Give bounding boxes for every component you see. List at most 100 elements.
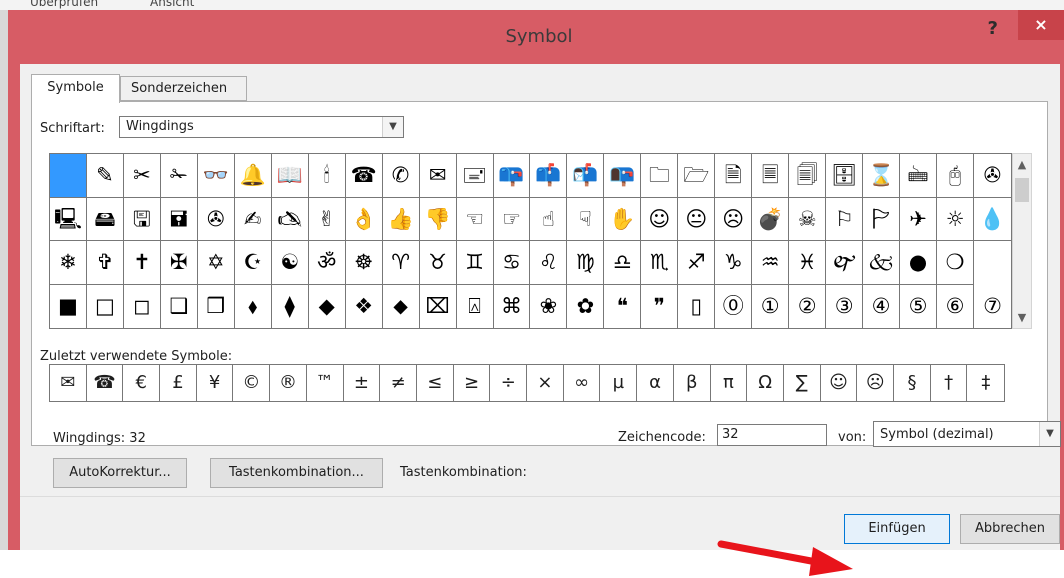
symbol-cell[interactable]: 🏱 <box>863 197 901 241</box>
symbol-cell[interactable]: ◆ <box>309 284 346 328</box>
chevron-down-icon[interactable]: ▼ <box>1039 422 1060 446</box>
symbol-cell[interactable]: ✝ <box>123 241 161 285</box>
symbol-cell[interactable]: 🗀 <box>641 154 679 198</box>
symbol-cell[interactable]: ▯ <box>678 284 716 328</box>
symbol-cell[interactable]: 🖎 <box>271 197 309 241</box>
recent-symbol-cell[interactable]: π <box>711 365 748 401</box>
symbol-cell[interactable]: ⓪ <box>715 284 753 328</box>
symbol-cell[interactable]: 📫 <box>530 154 568 198</box>
symbol-cell[interactable]: ☠ <box>789 197 827 241</box>
symbol-cell[interactable]: 🔔 <box>234 154 272 198</box>
symbol-cell[interactable]: ❑ <box>161 284 198 328</box>
character-code-input[interactable]: 32 <box>717 424 827 446</box>
symbol-cell[interactable]: ⧫ <box>272 284 309 328</box>
recent-symbol-cell[interactable]: ≠ <box>380 365 417 401</box>
tab-special-characters[interactable]: Sonderzeichen <box>120 76 247 101</box>
recent-symbol-cell[interactable]: Ω <box>747 365 784 401</box>
recent-symbol-cell[interactable]: † <box>931 365 968 401</box>
symbol-cell[interactable]: ① <box>752 284 790 328</box>
symbol-cell[interactable]: ♌ <box>530 241 568 285</box>
recent-symbol-cell[interactable]: ‡ <box>968 365 1005 401</box>
recent-symbol-cell[interactable]: × <box>527 365 564 401</box>
symbol-cell[interactable]: ⑤ <box>900 284 938 328</box>
close-button[interactable]: × <box>1018 10 1064 40</box>
symbol-cell[interactable]: 🕯 <box>308 154 346 198</box>
symbol-cell[interactable]: ♑ <box>715 241 753 285</box>
symbol-cell[interactable]: ✇ <box>974 154 1011 198</box>
symbol-cell[interactable]: 🗐 <box>789 154 827 198</box>
symbol-cell[interactable]: 📪 <box>493 154 531 198</box>
recent-symbol-cell[interactable]: ™ <box>307 365 344 401</box>
symbol-cell[interactable]: ✍ <box>234 197 272 241</box>
symbol-cell[interactable]: ✞ <box>86 241 124 285</box>
symbol-cell[interactable]: ❀ <box>530 284 568 328</box>
symbol-cell[interactable]: ☜ <box>456 197 494 241</box>
recent-symbols[interactable]: ✉ ☎ € £ ¥ © ® ™ ± ≠ ≤ ≥ ÷ × ∞ µ α β π Ω ∑ ☺ ☹ § † ‡ <box>49 364 1005 402</box>
recent-symbol-cell[interactable]: ≤ <box>417 365 454 401</box>
symbol-cell[interactable]: ☝ <box>530 197 568 241</box>
symbol-cell[interactable]: ❄ <box>50 241 87 285</box>
symbol-cell[interactable]: ✎ <box>86 154 124 198</box>
recent-symbol-cell[interactable]: € <box>123 365 161 401</box>
symbol-cell[interactable]: ✈ <box>900 197 938 241</box>
symbol-cell[interactable]: 👓 <box>197 154 235 198</box>
symbol-cell[interactable]: 🖫 <box>123 197 161 241</box>
symbol-cell[interactable]: ⌛ <box>863 154 901 198</box>
symbol-cell[interactable]: ❖ <box>346 284 383 328</box>
symbol-cell[interactable]: ② <box>789 284 827 328</box>
symbol-cell[interactable]: ॐ <box>308 241 346 285</box>
symbol-cell[interactable]: ⬥ <box>383 284 420 328</box>
symbol-cell[interactable]: 🗄 <box>826 154 864 198</box>
symbol-cell[interactable]: ☎ <box>345 154 383 198</box>
symbol-cell[interactable]: 🖴 <box>86 197 124 241</box>
symbol-cell[interactable]: ☪ <box>234 241 272 285</box>
symbol-cell[interactable]: ④ <box>863 284 901 328</box>
symbol-cell[interactable]: 🙰 <box>826 241 864 285</box>
symbol-cell[interactable]: ☸ <box>345 241 383 285</box>
recent-symbol-cell[interactable]: ☎ <box>87 365 124 401</box>
recent-symbol-cell[interactable]: µ <box>601 365 638 401</box>
symbol-cell[interactable]: 🙵 <box>863 241 901 285</box>
symbol-cell[interactable]: ⌘ <box>494 284 531 328</box>
symbol-cell[interactable]: 📖 <box>271 154 309 198</box>
recent-symbol-cell[interactable]: ☺ <box>821 365 858 401</box>
symbol-cell[interactable]: ✿ <box>567 284 605 328</box>
scroll-thumb[interactable] <box>1015 178 1029 202</box>
recent-symbol-cell[interactable]: ∑ <box>784 365 821 401</box>
symbol-cell[interactable]: ♓ <box>789 241 827 285</box>
recent-symbol-cell[interactable]: α <box>637 365 674 401</box>
symbol-cell[interactable]: ♊ <box>456 241 494 285</box>
recent-symbol-cell[interactable]: ∞ <box>564 365 601 401</box>
symbol-cell[interactable]: ✉ <box>419 154 457 198</box>
symbol-cell[interactable]: ✁ <box>160 154 198 198</box>
symbol-cell[interactable]: 💧 <box>974 198 1011 241</box>
recent-symbol-cell[interactable]: ≥ <box>454 365 491 401</box>
tab-symbols[interactable]: Symbole <box>31 74 120 103</box>
recent-symbol-cell[interactable]: £ <box>160 365 197 401</box>
symbol-cell[interactable]: ✇ <box>197 197 235 241</box>
recent-symbol-cell[interactable]: ® <box>270 365 307 401</box>
symbol-cell[interactable]: 🗁 <box>678 154 716 198</box>
symbol-cell[interactable]: ✠ <box>160 241 198 285</box>
symbol-cell[interactable]: 🖃 <box>456 154 494 198</box>
symbol-cell[interactable]: ■ <box>50 284 87 328</box>
recent-symbol-cell[interactable]: ÷ <box>490 365 528 401</box>
symbol-cell[interactable]: ⍓ <box>457 284 494 328</box>
symbol-cell[interactable]: 😐 <box>678 197 716 241</box>
symbol-cell[interactable]: 👍 <box>382 197 420 241</box>
symbol-cell[interactable]: ⑦ <box>974 285 1011 329</box>
symbol-cell[interactable] <box>50 154 87 198</box>
symbol-cell[interactable]: ♎ <box>604 241 642 285</box>
symbol-cell[interactable]: ◻ <box>124 284 161 328</box>
symbol-cell[interactable]: ☞ <box>493 197 531 241</box>
symbol-cell[interactable]: ♍ <box>567 241 605 285</box>
symbol-cell[interactable]: 👎 <box>419 197 457 241</box>
recent-symbol-cell[interactable]: § <box>894 365 931 401</box>
insert-button[interactable]: Einfügen <box>844 514 950 544</box>
symbol-cell[interactable]: 📬 <box>567 154 605 198</box>
symbol-cell[interactable]: ⌧ <box>420 284 457 328</box>
recent-symbol-cell[interactable]: ± <box>344 365 381 401</box>
symbol-cell[interactable]: ✆ <box>382 154 420 198</box>
symbol-cell[interactable]: ☯ <box>271 241 309 285</box>
recent-symbol-cell[interactable]: ☹ <box>857 365 895 401</box>
